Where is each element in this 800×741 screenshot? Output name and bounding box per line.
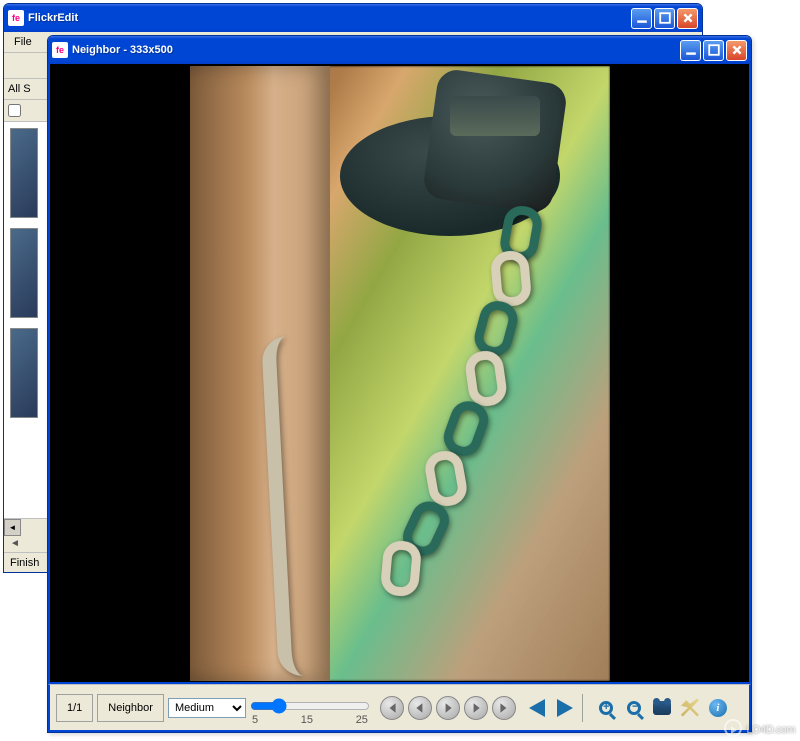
viewer-toolbar: 1/1 Neighbor SquareThumbnailSmallMediumL… bbox=[48, 684, 751, 732]
tick-label: 5 bbox=[252, 714, 258, 726]
viewer-window: fe Neighbor - 333x500 bbox=[47, 35, 752, 733]
separator bbox=[582, 694, 583, 722]
menu-file[interactable]: File bbox=[6, 34, 40, 50]
first-button[interactable] bbox=[380, 696, 404, 720]
tick-label: 15 bbox=[301, 714, 313, 726]
size-select[interactable]: SquareThumbnailSmallMediumLargeOriginal bbox=[168, 698, 246, 718]
slideshow-speed-control: 5 15 25 bbox=[250, 690, 370, 726]
prev-button[interactable] bbox=[408, 696, 432, 720]
tools-icon[interactable] bbox=[679, 697, 701, 719]
zoom-in-icon[interactable] bbox=[595, 697, 617, 719]
status-text: Finish bbox=[10, 557, 39, 569]
thumbnail[interactable] bbox=[10, 228, 38, 318]
viewer-minimize-button[interactable] bbox=[680, 40, 701, 61]
main-maximize-button[interactable] bbox=[654, 8, 675, 29]
thumbnail[interactable] bbox=[10, 128, 38, 218]
select-all-checkbox[interactable] bbox=[8, 104, 21, 117]
filter-label: All S bbox=[8, 83, 31, 95]
viewer-titlebar[interactable]: fe Neighbor - 333x500 bbox=[48, 36, 751, 64]
fit-icon[interactable] bbox=[651, 697, 673, 719]
info-icon[interactable]: i bbox=[707, 697, 729, 719]
app-icon: fe bbox=[8, 10, 24, 26]
viewer-title: Neighbor - 333x500 bbox=[72, 44, 680, 56]
page-prev-icon[interactable]: ◄ bbox=[10, 538, 26, 549]
rotate-left-icon[interactable] bbox=[526, 697, 548, 719]
image-canvas[interactable] bbox=[48, 64, 751, 684]
app-icon: fe bbox=[52, 42, 68, 58]
zoom-group: i bbox=[595, 697, 729, 719]
displayed-photo bbox=[190, 66, 610, 681]
scroll-left-arrow[interactable]: ◄ bbox=[4, 519, 21, 536]
main-title: FlickrEdit bbox=[28, 12, 631, 24]
main-close-button[interactable] bbox=[677, 8, 698, 29]
rotate-group bbox=[526, 697, 576, 719]
play-button[interactable] bbox=[436, 696, 460, 720]
speed-slider[interactable] bbox=[250, 698, 370, 714]
main-titlebar[interactable]: fe FlickrEdit bbox=[4, 4, 702, 32]
viewer-maximize-button[interactable] bbox=[703, 40, 724, 61]
main-minimize-button[interactable] bbox=[631, 8, 652, 29]
navigation-buttons bbox=[380, 696, 516, 720]
zoom-out-icon[interactable] bbox=[623, 697, 645, 719]
viewer-close-button[interactable] bbox=[726, 40, 747, 61]
last-button[interactable] bbox=[492, 696, 516, 720]
image-name-label: Neighbor bbox=[97, 694, 164, 722]
thumbnail[interactable] bbox=[10, 328, 38, 418]
next-button[interactable] bbox=[464, 696, 488, 720]
tick-label: 25 bbox=[356, 714, 368, 726]
image-counter: 1/1 bbox=[56, 694, 93, 722]
rotate-right-icon[interactable] bbox=[554, 697, 576, 719]
